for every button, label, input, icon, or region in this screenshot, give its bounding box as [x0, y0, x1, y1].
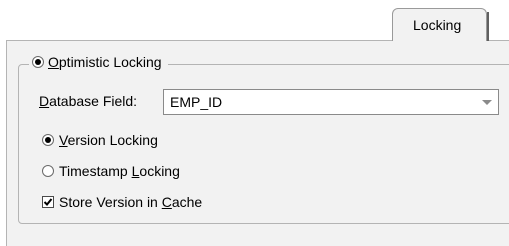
tab-locking-label: Locking: [413, 17, 462, 33]
store-version-checkbox-box: [42, 196, 54, 208]
optimistic-locking-label: Optimistic Locking: [48, 54, 162, 70]
timestamp-locking-label: Timestamp Locking: [59, 163, 180, 179]
database-field-value: EMP_ID: [170, 94, 223, 110]
tab-shadow: [487, 12, 489, 41]
timestamp-locking-radio[interactable]: Timestamp Locking: [42, 163, 180, 179]
version-locking-label: Version Locking: [59, 132, 158, 148]
version-locking-radio[interactable]: Version Locking: [42, 132, 158, 148]
database-field-label: Database Field:: [39, 93, 138, 109]
tab-locking[interactable]: Locking: [392, 8, 487, 41]
chevron-down-icon[interactable]: [482, 100, 492, 105]
store-version-checkbox[interactable]: Store Version in Cache: [42, 194, 202, 210]
optimistic-locking-radio[interactable]: Optimistic Locking: [29, 54, 168, 70]
database-field-select[interactable]: EMP_ID: [163, 89, 499, 115]
store-version-label: Store Version in Cache: [59, 194, 203, 210]
timestamp-locking-radio-icon: [42, 165, 54, 177]
optimistic-locking-radio-icon: [32, 56, 44, 68]
version-locking-radio-icon: [42, 134, 54, 146]
checkmark-icon: [43, 198, 53, 206]
